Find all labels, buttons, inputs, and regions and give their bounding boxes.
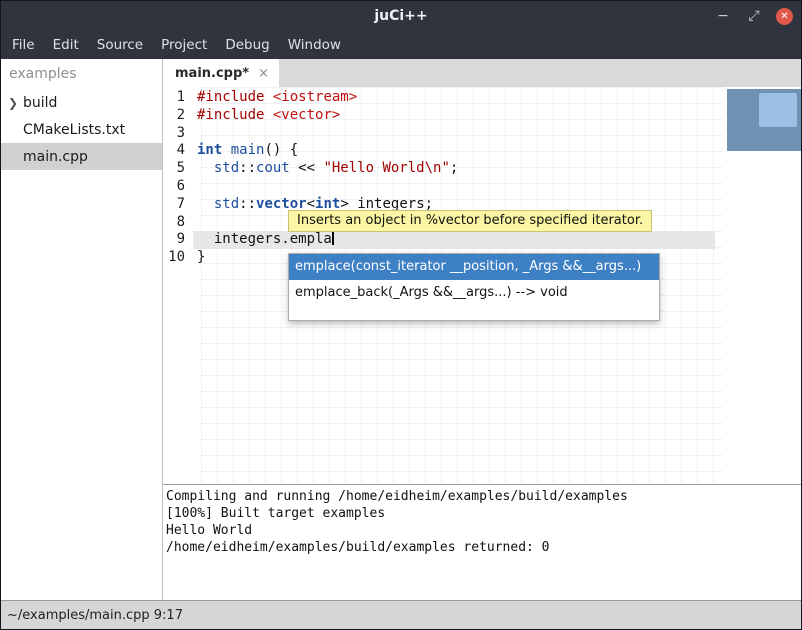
code-segment: std — [214, 196, 239, 212]
line-number: 8 — [163, 214, 193, 232]
line-number: 5 — [163, 160, 193, 178]
code-segment: () { — [264, 142, 298, 158]
tree-item-label: build — [23, 95, 57, 111]
tree-item-label: CMakeLists.txt — [23, 122, 125, 138]
code-segment: "Hello World\n" — [323, 160, 449, 176]
minimize-button[interactable]: − — [714, 7, 732, 25]
line-number: 2 — [163, 107, 193, 125]
tree-item-main-cpp[interactable]: main.cpp — [1, 143, 162, 170]
code-segment: :: — [239, 160, 256, 176]
code-editor[interactable]: 1#include <iostream>2#include <vector>34… — [163, 87, 801, 484]
tree-item-label: main.cpp — [23, 149, 88, 165]
menu-edit[interactable]: Edit — [44, 31, 88, 59]
code-segment — [264, 107, 272, 123]
app-window: juCi++ − ⤢ ✕ File Edit Source Project De… — [0, 0, 802, 630]
code-segment — [264, 89, 272, 105]
code-line[interactable]: 3 — [163, 125, 801, 143]
menu-project[interactable]: Project — [152, 31, 216, 59]
code-text[interactable]: #include <iostream> — [193, 89, 715, 107]
code-text[interactable]: int main() { — [193, 142, 715, 160]
menu-source[interactable]: Source — [88, 31, 152, 59]
code-segment: cout — [256, 160, 290, 176]
code-segment — [197, 196, 214, 212]
code-line[interactable]: 1#include <iostream> — [163, 89, 801, 107]
line-number: 4 — [163, 142, 193, 160]
terminal-line: [100%] Built target examples — [166, 505, 801, 522]
window-title: juCi++ — [1, 8, 801, 24]
titlebar[interactable]: juCi++ − ⤢ ✕ — [1, 1, 801, 31]
code-segment: << — [290, 160, 324, 176]
code-line[interactable]: 4int main() { — [163, 142, 801, 160]
menu-file[interactable]: File — [3, 31, 44, 59]
line-number: 7 — [163, 196, 193, 214]
code-segment — [222, 142, 230, 158]
main-area: examples ❯ build CMakeLists.txt main.cpp… — [1, 59, 801, 600]
expander-icon[interactable]: ❯ — [8, 96, 23, 110]
doc-tooltip: Inserts an object in %vector before spec… — [288, 210, 652, 232]
autocomplete-popup: emplace(const_iterator __position, _Args… — [288, 253, 660, 321]
code-segment: ; — [450, 160, 458, 176]
code-text[interactable]: std::cout << "Hello World\n"; — [193, 160, 715, 178]
tab-close-icon[interactable]: × — [258, 66, 269, 81]
code-text[interactable] — [193, 125, 715, 143]
autocomplete-item[interactable]: emplace_back(_Args &&__args...) --> void — [289, 280, 659, 306]
text-cursor — [332, 231, 334, 245]
build-output-panel[interactable]: Compiling and running /home/eidheim/exam… — [163, 485, 801, 600]
line-number: 6 — [163, 178, 193, 196]
project-name-header: examples — [1, 59, 162, 89]
line-number: 1 — [163, 89, 193, 107]
code-line[interactable]: 5 std::cout << "Hello World\n"; — [163, 160, 801, 178]
scrollbar-trough[interactable] — [727, 89, 801, 151]
editor-column: main.cpp* × 1#include <iostream>2#includ… — [163, 59, 801, 600]
code-segment: <iostream> — [273, 89, 357, 105]
scrollbar-thumb[interactable] — [759, 93, 797, 127]
code-segment: std — [214, 160, 239, 176]
code-segment: integers.empla — [197, 231, 332, 247]
tree-item-build[interactable]: ❯ build — [1, 89, 162, 116]
code-text[interactable]: integers.empla — [193, 231, 715, 249]
tabbar: main.cpp* × — [163, 59, 801, 87]
menubar: File Edit Source Project Debug Window — [1, 31, 801, 59]
window-controls: − ⤢ ✕ — [714, 1, 793, 31]
code-text[interactable]: #include <vector> — [193, 107, 715, 125]
menu-window[interactable]: Window — [279, 31, 350, 59]
tab-main-cpp[interactable]: main.cpp* × — [163, 59, 279, 87]
code-segment: #include — [197, 89, 264, 105]
line-number: 10 — [163, 249, 193, 267]
code-line[interactable]: 6 — [163, 178, 801, 196]
terminal-line: Compiling and running /home/eidheim/exam… — [166, 488, 801, 505]
code-segment: main — [231, 142, 265, 158]
statusbar: ~/examples/main.cpp 9:17 — [1, 600, 801, 629]
line-number: 3 — [163, 125, 193, 143]
terminal-line: Hello World — [166, 522, 801, 539]
code-segment: :: — [239, 196, 256, 212]
code-line[interactable]: 2#include <vector> — [163, 107, 801, 125]
tab-label: main.cpp* — [175, 66, 249, 81]
file-tree-panel: examples ❯ build CMakeLists.txt main.cpp — [1, 59, 163, 600]
status-file-position: ~/examples/main.cpp 9:17 — [7, 608, 183, 623]
code-segment: } — [197, 249, 205, 265]
tree-item-cmakelists[interactable]: CMakeLists.txt — [1, 116, 162, 143]
restore-button[interactable]: ⤢ — [745, 7, 763, 25]
autocomplete-item[interactable]: emplace(const_iterator __position, _Args… — [289, 254, 659, 280]
line-number: 9 — [163, 231, 193, 249]
close-button[interactable]: ✕ — [776, 8, 793, 25]
code-text[interactable] — [193, 178, 715, 196]
code-segment: #include — [197, 107, 264, 123]
code-segment — [197, 160, 214, 176]
code-lines: 1#include <iostream>2#include <vector>34… — [163, 89, 801, 267]
terminal-line: /home/eidheim/examples/build/examples re… — [166, 539, 801, 556]
code-segment: <vector> — [273, 107, 340, 123]
code-line[interactable]: 9 integers.empla — [163, 231, 801, 249]
code-segment: int — [197, 142, 222, 158]
menu-debug[interactable]: Debug — [216, 31, 278, 59]
